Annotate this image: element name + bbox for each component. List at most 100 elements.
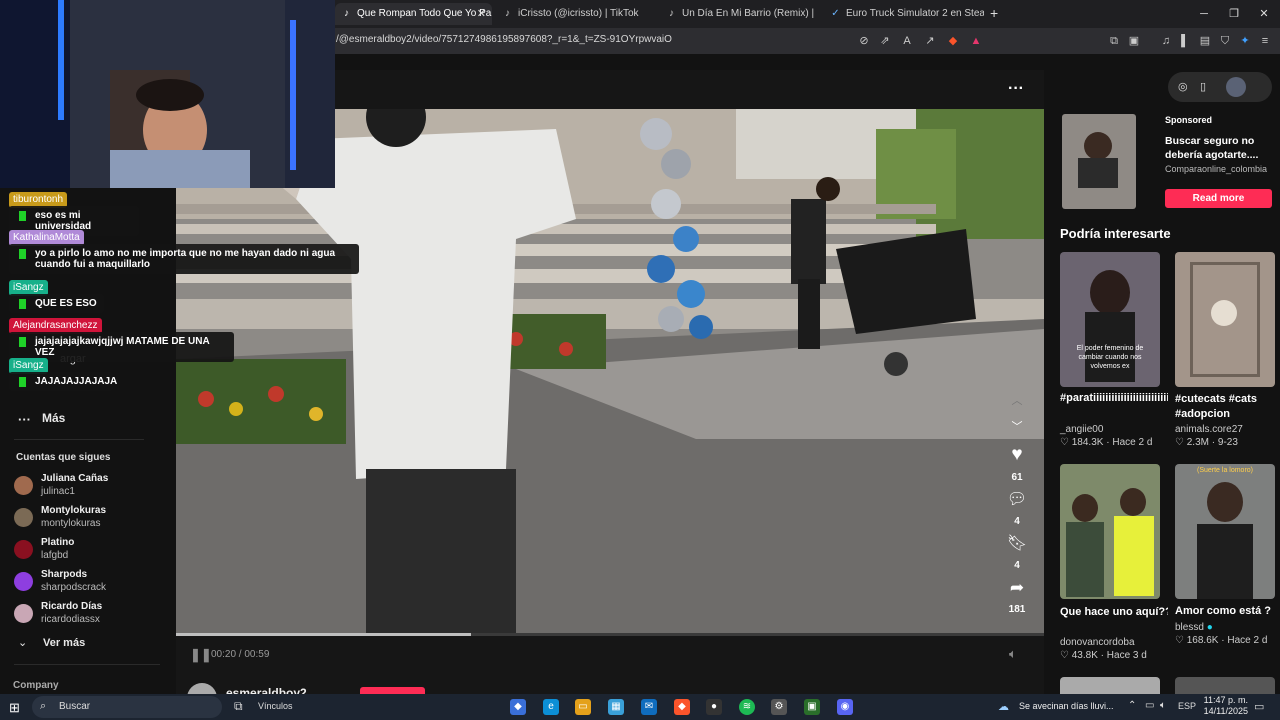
- heart-icon[interactable]: ♥: [1005, 444, 1029, 466]
- sidebar-icon[interactable]: ▌: [1178, 34, 1192, 48]
- next-video-icon[interactable]: ﹀: [1005, 418, 1029, 434]
- windows-start-icon[interactable]: ⊞: [9, 700, 20, 716]
- leo-icon[interactable]: ✦: [1238, 34, 1252, 48]
- account-handle: lafgbd: [41, 550, 69, 561]
- brave-icon[interactable]: ◆: [674, 699, 690, 715]
- share-icon[interactable]: ➦: [1005, 578, 1029, 598]
- settings-icon[interactable]: ⚙: [771, 699, 787, 715]
- tab-euro-truck[interactable]: ✓ Euro Truck Simulator 2 en Steam: [824, 3, 984, 25]
- card-title[interactable]: #paratiiiiiiiiiiiiiiiiiiiiiiiiii iiiii: [1060, 392, 1168, 404]
- volume-icon[interactable]: 🔈︎: [1009, 646, 1017, 662]
- extensions-icon[interactable]: ⧉: [1107, 34, 1121, 48]
- search-icon: ⌕: [40, 700, 47, 712]
- previous-video-icon[interactable]: ︿: [1005, 392, 1029, 408]
- card-title[interactable]: Que hace uno aquí?? 😭 #topboy #hum...: [1060, 605, 1168, 618]
- open-external-icon[interactable]: ⇗: [878, 34, 892, 48]
- restore-button[interactable]: ❐: [1218, 0, 1250, 28]
- clock-date[interactable]: 14/11/2025: [1200, 706, 1248, 716]
- card-title[interactable]: #cutecats #cats #adopcion: [1175, 392, 1280, 422]
- new-tab-button[interactable]: +: [990, 5, 998, 21]
- tab-que-rompan-todo[interactable]: ♪ Que Rompan Todo Que Yo Pa ✕: [335, 3, 492, 25]
- close-tab-icon[interactable]: ✕: [477, 3, 486, 25]
- clock-time[interactable]: 11:47 p. m.: [1200, 695, 1248, 705]
- brave-shield-icon[interactable]: ◆: [946, 34, 960, 48]
- menu-icon[interactable]: ≡: [1258, 34, 1272, 48]
- company-link[interactable]: Company: [13, 680, 59, 691]
- task-view-icon[interactable]: ⧉: [234, 699, 243, 714]
- video-thumbnail[interactable]: (Suerte la lomoro): [1175, 464, 1275, 599]
- share-count: 181: [1008, 604, 1026, 615]
- copilot-icon[interactable]: ◆: [510, 699, 526, 715]
- more-label[interactable]: Más: [42, 411, 65, 425]
- close-window-button[interactable]: ✕: [1248, 0, 1280, 28]
- language-indicator[interactable]: ESP: [1178, 701, 1196, 711]
- tab-un-dia-en-mi-barrio[interactable]: ♪ Un Día En Mi Barrio (Remix) | Tony Mi: [660, 3, 815, 25]
- card-author[interactable]: blessd ●: [1175, 622, 1213, 633]
- read-more-button[interactable]: Read more: [1165, 189, 1272, 208]
- taskbar-search[interactable]: ⌕ Buscar: [32, 696, 222, 718]
- ad-face: [1084, 132, 1112, 160]
- card-stats: ♡ 43.8K · Hace 3 d: [1060, 650, 1147, 661]
- bookmark-icon[interactable]: 🔖︎: [1005, 533, 1029, 553]
- spotify-icon[interactable]: ≋: [739, 699, 755, 715]
- discord-icon[interactable]: ◉: [837, 699, 853, 715]
- wallet-icon[interactable]: ▤: [1198, 34, 1212, 48]
- chat-text: jajajajajajkawjqjjwj MATAME DE UNA VEZ: [35, 336, 210, 358]
- card-likes: 43.8K: [1071, 650, 1098, 661]
- thumb-figure: [1207, 482, 1243, 522]
- file-explorer-icon[interactable]: ▭: [575, 699, 591, 715]
- video-thumbnail[interactable]: El poder femenino de cambiar cuando nos …: [1060, 252, 1160, 387]
- card-title[interactable]: Amor como está ?: [1175, 605, 1280, 617]
- more-icon: ···: [18, 412, 31, 427]
- tab-icrissto[interactable]: ♪ iCrissto (@icrissto) | TikTok: [496, 3, 656, 25]
- heart-outline-icon: ♡: [1060, 650, 1069, 661]
- thumb-figure: [1072, 494, 1098, 522]
- mail-icon[interactable]: ✉: [641, 699, 657, 715]
- profile-avatar[interactable]: [1226, 77, 1246, 97]
- vpn-icon[interactable]: ⛉: [1218, 34, 1232, 48]
- webcam-frame: [0, 0, 335, 188]
- ad-title[interactable]: Buscar seguro no debería agotarte....: [1165, 134, 1275, 162]
- url-field[interactable]: /@esmeraldboy2/video/7571274986195897608…: [336, 34, 672, 45]
- translate-icon[interactable]: A: [900, 34, 914, 48]
- share-icon[interactable]: ↗: [923, 34, 937, 48]
- card-date: 9-23: [1217, 437, 1238, 448]
- avatar: [14, 476, 33, 495]
- video-time: 00:20 / 00:59: [211, 649, 270, 660]
- screenshot-icon[interactable]: ▣: [1127, 34, 1141, 48]
- notifications-icon[interactable]: ▭: [1254, 700, 1264, 713]
- search-placeholder: Buscar: [59, 701, 91, 712]
- links-toolbar[interactable]: Vínculos: [258, 701, 293, 711]
- minimize-button[interactable]: ─: [1188, 0, 1220, 28]
- card-author-name: blessd: [1175, 622, 1204, 633]
- video-thumbnail[interactable]: [1060, 677, 1160, 694]
- video-thumbnail[interactable]: [1175, 252, 1275, 387]
- store-icon[interactable]: ▦: [608, 699, 624, 715]
- volume-tray-icon[interactable]: 🔈︎: [1160, 700, 1166, 711]
- video-thumbnail[interactable]: [1060, 464, 1160, 599]
- video-menu-icon[interactable]: ···: [1008, 80, 1024, 98]
- weather-icon: ☁: [998, 701, 1009, 713]
- card-likes: 168.6K: [1186, 635, 1219, 646]
- ad-thumbnail[interactable]: [1062, 114, 1136, 209]
- edge-icon[interactable]: e: [543, 699, 559, 715]
- nvidia-icon[interactable]: ▣: [804, 699, 820, 715]
- tray-chevron-icon[interactable]: ⌃: [1128, 700, 1136, 711]
- video-progress-track[interactable]: [176, 633, 1044, 636]
- network-icon[interactable]: ▭: [1145, 700, 1154, 711]
- music-icon[interactable]: ♫: [1159, 34, 1173, 48]
- card-author[interactable]: donovancordoba: [1060, 637, 1135, 648]
- card-author[interactable]: animals.core27: [1175, 424, 1243, 435]
- pause-icon[interactable]: ❚❚: [190, 647, 212, 663]
- weather-text[interactable]: Se avecinan días lluvi...: [1019, 701, 1114, 711]
- phone-icon[interactable]: ▯: [1200, 80, 1206, 93]
- comment-icon[interactable]: 💬︎: [1005, 489, 1029, 509]
- video-thumbnail[interactable]: [1175, 677, 1275, 694]
- card-author[interactable]: _angiie00: [1060, 424, 1103, 435]
- obs-icon[interactable]: ●: [706, 699, 722, 715]
- no-sound-icon[interactable]: ⊘: [857, 34, 871, 48]
- see-more-link[interactable]: Ver más: [43, 637, 85, 649]
- windows-taskbar: ⊞ ⌕ Buscar ⧉ Vínculos ◆ e ▭ ▦ ✉ ◆ ● ≋ ⚙ …: [0, 694, 1280, 720]
- compass-icon[interactable]: ◎: [1178, 80, 1188, 93]
- brave-rewards-icon[interactable]: ▲: [969, 34, 983, 48]
